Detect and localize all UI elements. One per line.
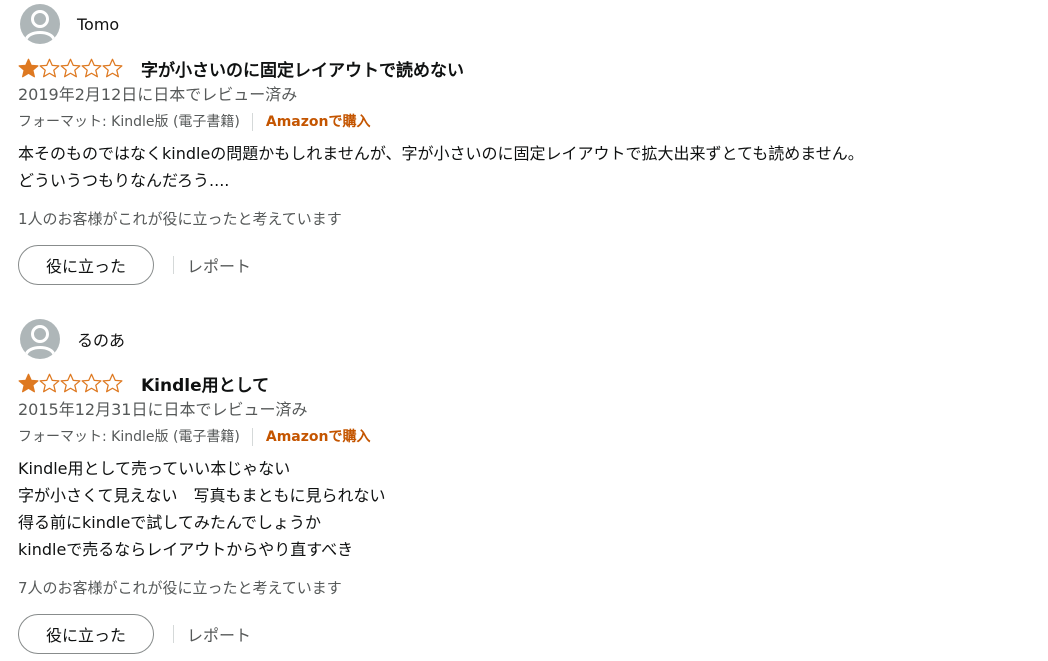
helpful-button[interactable]: 役に立った — [18, 245, 154, 285]
star-empty-icon — [60, 58, 81, 78]
avatar-icon — [20, 4, 60, 44]
star-empty-icon — [39, 373, 60, 393]
review-body-line: 本そのものではなくkindleの問題かもしれませんが、字が小さいのに固定レイアウ… — [18, 144, 864, 163]
review-date: 2015年12月31日に日本でレビュー済み — [18, 400, 308, 419]
helpful-count: 1人のお客様がこれが役に立ったと考えています — [18, 210, 342, 228]
divider — [173, 256, 174, 274]
review-body-line: 得る前にkindleで試してみたんでしょうか — [18, 513, 322, 532]
reviewer-profile[interactable]: Tomo — [18, 3, 1038, 45]
divider — [251, 113, 253, 131]
divider — [251, 428, 253, 446]
review-body: Kindle用として売っていい本じゃない 字が小さくて見えない 写真もまともに見… — [18, 455, 1038, 563]
star-rating[interactable] — [18, 373, 126, 393]
report-link[interactable]: レポート — [187, 622, 251, 646]
report-link[interactable]: レポート — [187, 253, 251, 277]
star-empty-icon — [60, 373, 81, 393]
review-title[interactable]: Kindle用として — [141, 371, 269, 396]
format-label[interactable]: フォーマット: Kindle版 (電子書籍) — [18, 112, 240, 132]
review-card: Tomo 字が小さいのに固定レイアウトで読めない 2019年2月12日に日本でレ… — [18, 3, 1038, 286]
star-empty-icon — [81, 58, 102, 78]
verified-purchase-badge: Amazonで購入 — [265, 429, 371, 445]
review-date: 2019年2月12日に日本でレビュー済み — [18, 85, 298, 104]
reviewer-profile[interactable]: るのあ — [18, 318, 1038, 360]
review-title[interactable]: 字が小さいのに固定レイアウトで読めない — [141, 56, 464, 81]
format-label[interactable]: フォーマット: Kindle版 (電子書籍) — [18, 427, 240, 447]
star-empty-icon — [39, 58, 60, 78]
review-body-line: Kindle用として売っていい本じゃない — [18, 459, 291, 478]
reviewer-name[interactable]: るのあ — [77, 327, 125, 351]
reviewer-name[interactable]: Tomo — [77, 15, 119, 34]
helpful-count: 7人のお客様がこれが役に立ったと考えています — [18, 579, 342, 597]
review-body-line: kindleで売るならレイアウトからやり直すべき — [18, 540, 354, 559]
star-filled-icon — [18, 373, 39, 393]
avatar-icon — [20, 319, 60, 359]
helpful-button[interactable]: 役に立った — [18, 614, 154, 654]
star-empty-icon — [102, 373, 123, 393]
star-filled-icon — [18, 58, 39, 78]
verified-purchase-badge: Amazonで購入 — [265, 114, 371, 130]
review-card: るのあ Kindle用として 2015年12月31日に日本でレビュー済み フォー… — [18, 318, 1038, 655]
review-body-line: 字が小さくて見えない 写真もまともに見られない — [18, 486, 386, 505]
star-rating[interactable] — [18, 58, 126, 78]
star-empty-icon — [102, 58, 123, 78]
divider — [173, 625, 174, 643]
star-empty-icon — [81, 373, 102, 393]
review-body: 本そのものではなくkindleの問題かもしれませんが、字が小さいのに固定レイアウ… — [18, 140, 1038, 194]
review-body-line: どういうつもりなんだろう.... — [18, 171, 230, 190]
